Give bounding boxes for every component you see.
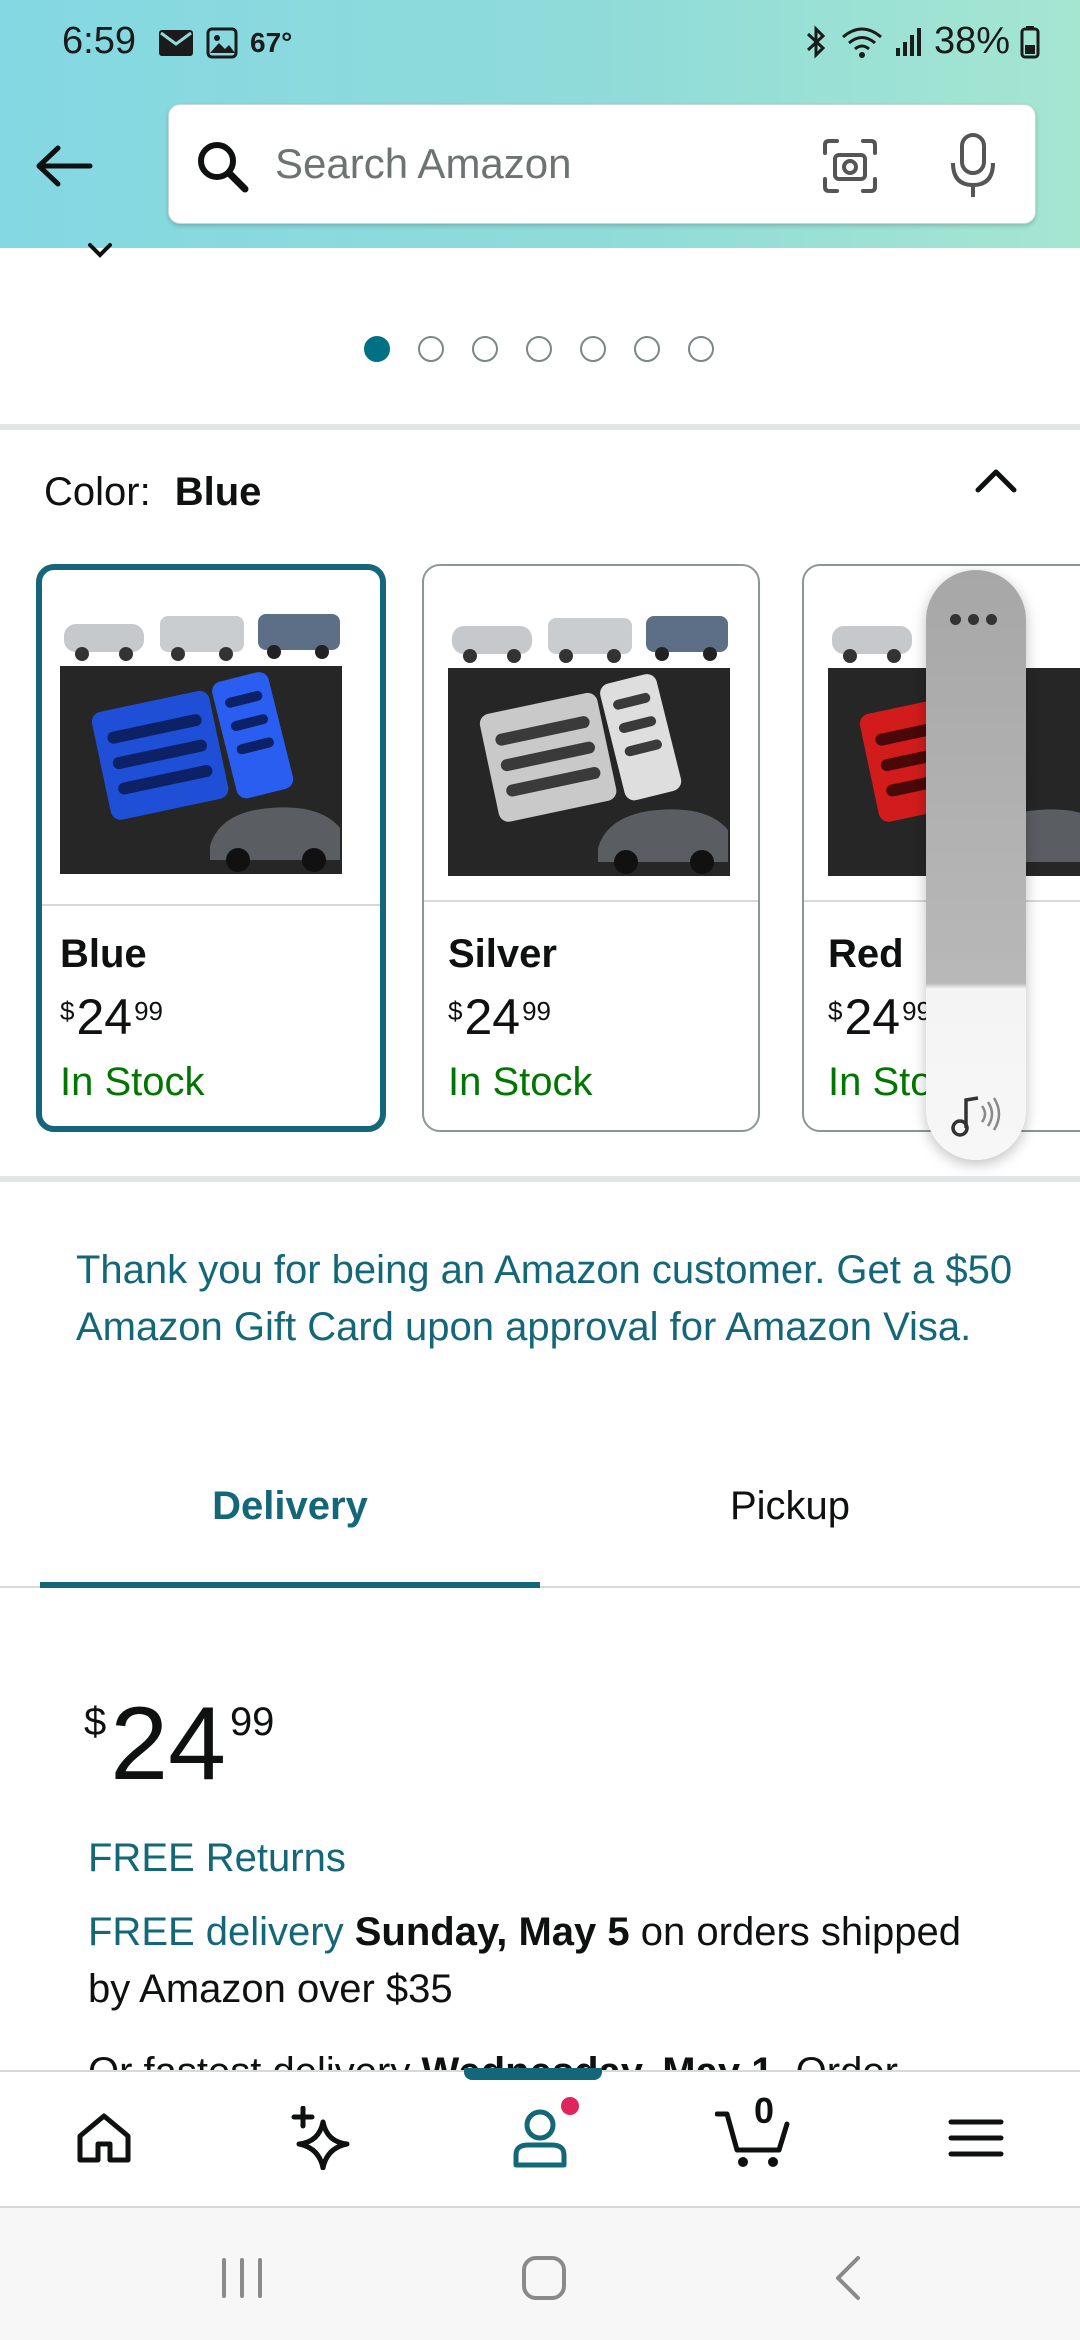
- color-label: Color: Blue: [44, 470, 261, 515]
- cart-count: 0: [753, 2090, 775, 2131]
- arrow-left-icon: [36, 145, 93, 187]
- carousel-dot[interactable]: [418, 336, 444, 362]
- notification-badge: [558, 2094, 582, 2118]
- price-whole: 24: [76, 989, 133, 1045]
- price-currency: $: [448, 996, 463, 1026]
- chevron-up-icon: [975, 469, 1017, 493]
- battery-icon: [1020, 25, 1040, 58]
- carousel-dot[interactable]: [580, 336, 606, 362]
- swatch-stock: In Stock: [448, 1060, 593, 1104]
- account-icon: [513, 2109, 567, 2168]
- carousel-dot[interactable]: [526, 336, 552, 362]
- swatch-name: Silver: [448, 932, 557, 976]
- section-divider: [0, 424, 1080, 430]
- carousel-dot[interactable]: [688, 336, 714, 362]
- search-input[interactable]: [275, 131, 855, 197]
- back-button[interactable]: [30, 136, 98, 196]
- recent-apps-icon: [222, 2258, 262, 2298]
- more-options-icon[interactable]: [950, 614, 997, 625]
- image-icon: [206, 27, 238, 59]
- active-nav-indicator: [464, 2068, 602, 2080]
- chevron-left-icon: [836, 2256, 860, 2300]
- price-currency: $: [60, 996, 75, 1026]
- mail-icon: [159, 30, 193, 56]
- camera-search-button[interactable]: [821, 137, 879, 195]
- color-label-key: Color:: [44, 470, 151, 514]
- home-square-icon: [522, 2256, 566, 2300]
- carousel-dot[interactable]: [472, 336, 498, 362]
- wifi-icon: [841, 27, 882, 58]
- price-fraction: 99: [134, 996, 164, 1026]
- home-icon: [77, 2113, 131, 2163]
- free-delivery-link[interactable]: FREE delivery: [88, 1910, 344, 1954]
- visa-promo-link[interactable]: Thank you for being an Amazon customer. …: [76, 1242, 1016, 1356]
- chevron-down-icon[interactable]: [86, 240, 114, 260]
- microphone-icon: [951, 133, 995, 197]
- price-fraction: 99: [522, 996, 552, 1026]
- delivery-info: FREE delivery Sunday, May 5 on orders sh…: [88, 1904, 988, 2018]
- collapse-color-button[interactable]: [970, 462, 1034, 512]
- price-whole: 24: [844, 989, 901, 1045]
- tab-delivery[interactable]: Delivery: [40, 1484, 540, 1529]
- music-note-icon[interactable]: [948, 1090, 1006, 1140]
- camera-scan-icon: [823, 139, 877, 193]
- bluetooth-icon: [806, 24, 826, 59]
- app-header: 6:59 67° 38% Search Amazon: [0, 0, 1080, 248]
- color-swatch-blue[interactable]: Blue $ 24 99 In Stock: [36, 564, 386, 1132]
- recent-apps-button[interactable]: [202, 2248, 282, 2308]
- carousel-dot[interactable]: [634, 336, 660, 362]
- android-system-navigation: [0, 2208, 1080, 2340]
- status-system-icons: 38%: [802, 20, 1040, 63]
- floating-media-widget[interactable]: [926, 570, 1026, 1160]
- active-tab-indicator: [40, 1582, 540, 1588]
- swatch-price: $ 24 99: [448, 988, 551, 1046]
- search-icon: [198, 142, 249, 193]
- swatch-name: Blue: [60, 932, 147, 976]
- price-whole: 24: [464, 989, 521, 1045]
- section-divider: [0, 1176, 1080, 1182]
- menu-icon: [948, 2119, 1004, 2157]
- nav-rufus[interactable]: [282, 2098, 362, 2178]
- price-whole: 24: [110, 1686, 226, 1802]
- product-image: [448, 606, 730, 876]
- nav-menu[interactable]: [936, 2098, 1016, 2178]
- swatch-name: Red: [828, 932, 904, 976]
- status-time: 6:59: [62, 20, 136, 62]
- status-bar: 6:59 67° 38%: [0, 0, 1080, 90]
- bottom-navigation: 0: [0, 2068, 1080, 2206]
- delivery-day: Sunday, May 5: [354, 1910, 630, 1954]
- carousel-dot[interactable]: [364, 336, 390, 362]
- back-system-button[interactable]: [808, 2248, 888, 2308]
- status-temperature: 67°: [250, 27, 293, 58]
- color-swatch-silver[interactable]: Silver $ 24 99 In Stock: [422, 564, 760, 1132]
- tab-pickup[interactable]: Pickup: [540, 1484, 1040, 1529]
- status-battery: 38%: [933, 20, 1010, 62]
- swatch-price: $ 24 99: [828, 988, 931, 1046]
- status-notification-icons: 67°: [158, 27, 292, 59]
- signal-icon: [895, 27, 921, 56]
- image-carousel-dots: [364, 336, 714, 362]
- product-image: [60, 604, 342, 874]
- home-system-button[interactable]: [504, 2248, 584, 2308]
- swatch-separator: [424, 900, 758, 902]
- voice-search-button[interactable]: [947, 131, 999, 201]
- rufus-sparkle-icon: [291, 2106, 350, 2170]
- price-fraction: 99: [229, 1700, 275, 1744]
- swatch-separator: [42, 904, 380, 906]
- price-currency: $: [828, 996, 843, 1026]
- free-returns-link[interactable]: FREE Returns: [88, 1836, 346, 1881]
- search-bar[interactable]: [168, 104, 1036, 224]
- nav-home[interactable]: [64, 2098, 144, 2178]
- swatch-stock: In Stock: [60, 1060, 205, 1104]
- buybox-price: $ 24 99: [84, 1690, 274, 1798]
- color-selected-value: Blue: [174, 470, 262, 514]
- price-currency: $: [84, 1700, 107, 1744]
- swatch-price: $ 24 99: [60, 988, 163, 1046]
